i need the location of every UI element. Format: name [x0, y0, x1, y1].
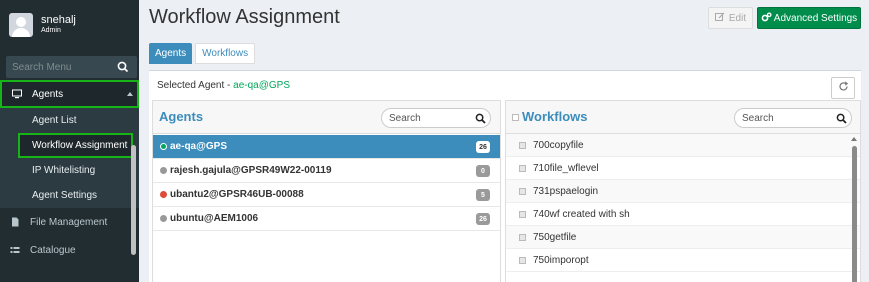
edit-button[interactable]: Edit [708, 7, 753, 29]
user-panel: snehalj Admin [0, 0, 139, 49]
workflow-row[interactable]: 710file_wflevel [506, 157, 860, 180]
user-info: snehalj Admin [41, 14, 76, 35]
workflow-name: 700copyfile [533, 139, 584, 151]
agent-name: rajesh.gajula@GPSR49W22-00119 [170, 165, 332, 176]
agent-name: ae-qa@GPS [170, 141, 227, 152]
sidebar-item-file-management[interactable]: File Management [0, 208, 139, 236]
workflow-count-badge: 26 [476, 213, 490, 225]
agent-name: ubantu2@GPSR46UB-00088 [170, 189, 304, 200]
sidebar-scrollbar[interactable] [131, 145, 136, 255]
status-dot [160, 167, 167, 174]
sidebar: snehalj Admin Agents Agent List Workflow… [0, 0, 139, 282]
agent-row[interactable]: ubuntu@AEM1006 26 [153, 207, 500, 231]
workflow-row[interactable]: 740wf created with sh [506, 203, 860, 226]
workflow-name: 710file_wflevel [533, 162, 599, 174]
status-dot [160, 191, 167, 198]
workflow-row[interactable]: 731pspaelogin [506, 180, 860, 203]
edit-icon [714, 12, 725, 25]
gears-icon [761, 11, 772, 25]
scroll-up-arrow-icon[interactable] [851, 137, 857, 141]
workflow-count-badge: 0 [476, 165, 490, 177]
agent-row[interactable]: ubantu2@GPSR46UB-00088 5 [153, 183, 500, 207]
workflow-checkbox[interactable] [519, 164, 526, 172]
agent-row[interactable]: ae-qa@GPS 26 [153, 135, 500, 159]
search-icon[interactable] [116, 60, 130, 74]
status-dot [160, 215, 167, 222]
sidebar-item-catalogue[interactable]: Catalogue [0, 236, 139, 264]
workflow-checkbox[interactable] [519, 256, 526, 264]
workflow-name: 750imporopt [533, 254, 589, 266]
sidebar-search-input[interactable] [6, 61, 114, 73]
sidebar-search [6, 56, 137, 78]
selected-agent-label: Selected Agent - ae-qa@GPS [157, 80, 290, 91]
main-content: Workflow Assignment Edit Advanced Settin… [139, 0, 869, 282]
agents-search [381, 108, 491, 128]
tab-bar: Agents Workflows [149, 43, 256, 64]
agents-panel: Agents ae-qa@GPS 26 [152, 100, 501, 282]
sidebar-subitem-ip-whitelisting[interactable]: IP Whitelisting [0, 158, 139, 183]
advanced-settings-button[interactable]: Advanced Settings [757, 7, 861, 29]
sidebar-item-agents[interactable]: Agents [0, 80, 139, 108]
file-icon [10, 217, 20, 227]
workflow-checkbox[interactable] [519, 233, 526, 241]
app-window: snehalj Admin Agents Agent List Workflow… [0, 0, 869, 282]
sidebar-item-label: Catalogue [30, 244, 76, 256]
agents-submenu: Agent List Workflow Assignment IP Whitel… [0, 108, 139, 208]
workflow-count-badge: 5 [476, 189, 490, 201]
workflow-checkbox[interactable] [519, 141, 526, 149]
workflow-row[interactable]: 750imporopt [506, 249, 860, 272]
monitor-icon [12, 89, 22, 99]
status-dot [160, 143, 167, 150]
agent-name: ubuntu@AEM1006 [170, 213, 259, 224]
edit-button-label: Edit [728, 12, 747, 24]
tab-agents[interactable]: Agents [149, 43, 193, 64]
sidebar-item-label: File Management [30, 216, 108, 228]
selected-agent-value: ae-qa@GPS [233, 80, 291, 91]
assignment-box: Selected Agent - ae-qa@GPS Agents Search… [149, 70, 861, 282]
workflows-panel: Workflows 700copyfile [505, 100, 861, 282]
workflows-panel-header: Workflows [506, 101, 860, 134]
user-name: snehalj [41, 14, 76, 27]
agent-list: ae-qa@GPS 26 rajesh.gajula@GPSR49W22-001… [153, 135, 500, 231]
sidebar-subitem-workflow-assignment[interactable]: Workflow Assignment [18, 133, 133, 158]
page-title: Workflow Assignment [149, 6, 340, 28]
workflows-search-input[interactable] [742, 112, 812, 124]
list-icon [10, 245, 20, 255]
workflows-panel-title: Workflows [512, 109, 588, 124]
sidebar-menu: Agents Agent List Workflow Assignment IP… [0, 80, 139, 264]
workflows-scrollbar[interactable] [852, 146, 857, 282]
workflow-row[interactable]: 700copyfile [506, 134, 860, 157]
workflow-checkbox[interactable] [519, 187, 526, 195]
refresh-button[interactable] [831, 77, 855, 99]
sidebar-subitem-agent-settings[interactable]: Agent Settings [0, 183, 139, 208]
workflow-name: 740wf created with sh [533, 208, 630, 220]
search-icon[interactable] [475, 113, 486, 124]
workflow-list: 700copyfile 710file_wflevel 731pspaelogi… [506, 134, 860, 272]
agent-row[interactable]: rajesh.gajula@GPSR49W22-00119 0 [153, 159, 500, 183]
search-icon[interactable] [836, 113, 847, 124]
workflows-search [734, 108, 852, 128]
workflow-name: 731pspaelogin [533, 185, 599, 197]
refresh-icon [838, 81, 849, 95]
agents-panel-title: Agents [159, 109, 204, 124]
agents-panel-header: Agents [153, 101, 500, 134]
user-role: Admin [41, 26, 61, 34]
chevron-up-icon [127, 92, 133, 96]
advanced-settings-label: Advanced Settings [773, 12, 858, 24]
select-all-checkbox[interactable] [512, 114, 519, 122]
selected-agent-prefix: Selected Agent - [157, 80, 234, 91]
workflow-name: 750getfile [533, 231, 577, 243]
workflow-count-badge: 26 [476, 141, 490, 153]
workflows-panel-title-text: Workflows [522, 109, 588, 124]
workflow-checkbox[interactable] [519, 210, 526, 218]
agents-search-input[interactable] [389, 112, 459, 124]
tab-workflows[interactable]: Workflows [195, 43, 256, 64]
workflow-row[interactable]: 750getfile [506, 226, 860, 249]
avatar [9, 12, 33, 37]
sidebar-subitem-agent-list[interactable]: Agent List [0, 108, 139, 133]
sidebar-item-label: Agents [32, 88, 64, 100]
